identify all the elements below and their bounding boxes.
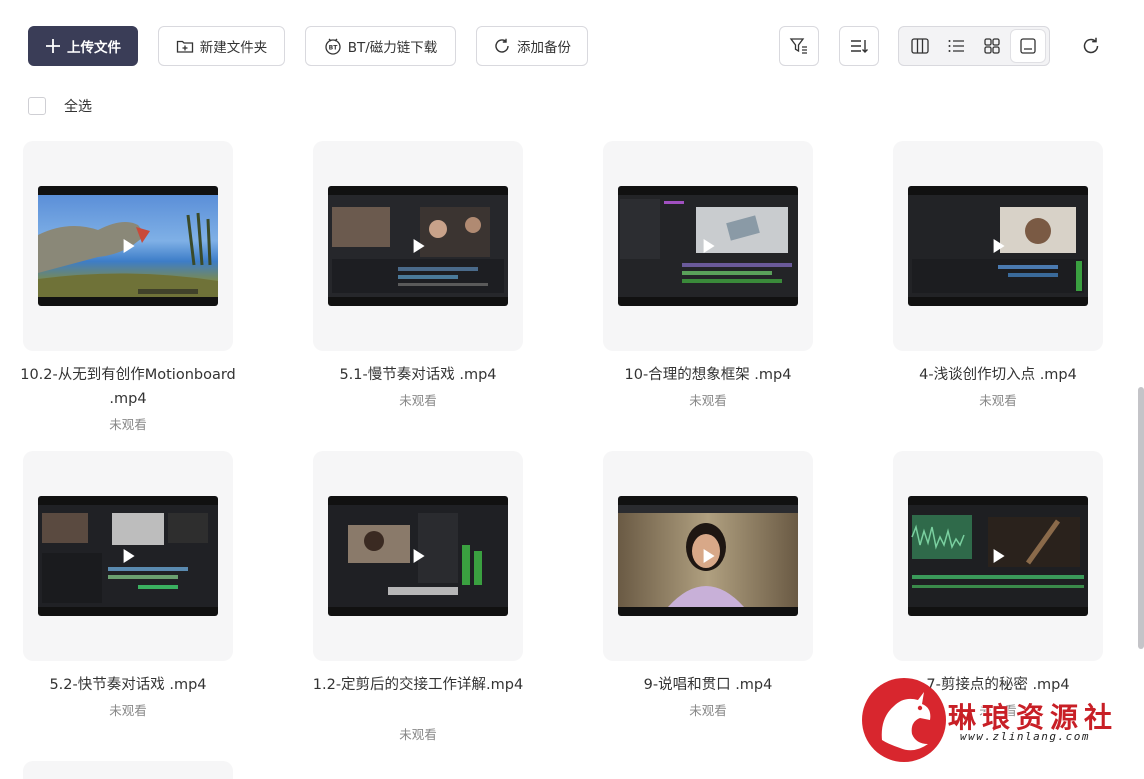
folder-plus-icon (176, 40, 193, 53)
bt-download-button[interactable]: BT BT/磁力链下载 (305, 26, 456, 66)
play-icon (703, 549, 715, 563)
new-folder-label: 新建文件夹 (199, 40, 268, 56)
add-backup-label: 添加备份 (517, 40, 571, 56)
video-preview (328, 186, 508, 306)
sort-icon (851, 40, 868, 53)
file-card[interactable]: 1.2-定剪后的交接工作详解.mp4 未观看 (313, 451, 523, 742)
bt-magnet-icon: BT (325, 38, 341, 55)
backup-sync-icon (495, 38, 509, 53)
video-preview (38, 496, 218, 616)
file-name: 10-合理的想象框架 .mp4 (624, 367, 792, 383)
select-all-row: 全选 (28, 96, 92, 116)
file-thumbnail[interactable] (603, 451, 813, 661)
video-preview (618, 496, 798, 616)
view-mode-group (898, 26, 1050, 66)
plus-icon (46, 39, 60, 53)
play-icon (123, 239, 135, 253)
thumbnail-icon (1020, 38, 1036, 54)
file-thumbnail[interactable] (313, 141, 523, 351)
file-card[interactable]: 7-剪接点的秘密 .mp4 未观看 (893, 451, 1103, 718)
columns-icon (911, 38, 929, 54)
play-icon (993, 549, 1005, 563)
svg-text:BT: BT (328, 45, 338, 52)
watermark-url: www.zlinlang.com (960, 730, 1090, 743)
file-thumbnail[interactable] (23, 141, 233, 351)
file-card[interactable]: 10-合理的想象框架 .mp4 未观看 (603, 141, 813, 408)
file-card[interactable]: 5.2-快节奏对话戏 .mp4 未观看 (23, 451, 233, 718)
select-all-label: 全选 (64, 99, 92, 115)
watermark: 琳琅资源社 www.zlinlang.com (862, 678, 1122, 768)
sort-button[interactable] (839, 26, 879, 66)
add-backup-button[interactable]: 添加备份 (476, 26, 588, 66)
watch-status: 未观看 (109, 703, 147, 718)
play-icon (703, 239, 715, 253)
file-name: 5.2-快节奏对话戏 .mp4 (49, 677, 207, 693)
play-icon (413, 549, 425, 563)
toolbar: 上传文件 新建文件夹 BT BT/磁力链下载 添加备份 (0, 0, 1144, 92)
list-icon (948, 40, 964, 52)
play-icon (123, 549, 135, 563)
file-card[interactable]: 9-说唱和贯口 .mp4 未观看 (603, 451, 813, 718)
watch-status: 未观看 (979, 393, 1017, 408)
upload-button[interactable]: 上传文件 (28, 26, 138, 66)
file-card[interactable]: 4-浅谈创作切入点 .mp4 未观看 (893, 141, 1103, 408)
video-preview (908, 186, 1088, 306)
file-name: 1.2-定剪后的交接工作详解.mp4 (312, 677, 524, 693)
refresh-button[interactable] (1079, 34, 1103, 58)
watch-status: 未观看 (399, 393, 437, 408)
bt-download-label: BT/磁力链下载 (347, 40, 438, 56)
file-name: 9-说唱和贯口 .mp4 (643, 677, 773, 693)
filter-icon (789, 38, 807, 54)
select-all-checkbox[interactable] (28, 97, 46, 115)
watch-status: 未观看 (689, 703, 727, 718)
file-name: 4-浅谈创作切入点 .mp4 (919, 367, 1077, 383)
view-thumbnail-button[interactable] (1011, 30, 1045, 62)
video-preview (618, 186, 798, 306)
file-thumbnail[interactable] (313, 451, 523, 661)
video-preview (908, 496, 1088, 616)
vertical-scrollbar[interactable] (1138, 387, 1144, 649)
play-icon (993, 239, 1005, 253)
file-name: 5.1-慢节奏对话戏 .mp4 (339, 367, 497, 383)
view-grid-button[interactable] (975, 30, 1009, 62)
watch-status: 未观看 (689, 393, 727, 408)
file-thumbnail[interactable] (893, 451, 1103, 661)
file-thumbnail[interactable] (23, 451, 233, 661)
view-columns-button[interactable] (903, 30, 937, 62)
refresh-icon (1083, 37, 1099, 54)
new-folder-button[interactable]: 新建文件夹 (158, 26, 285, 66)
file-name: 10.2-从无到有创作Motionboard .mp4 (20, 367, 236, 407)
grid-icon (984, 38, 1000, 54)
watch-status: 未观看 (109, 417, 147, 432)
file-card[interactable] (23, 761, 233, 779)
video-preview (38, 186, 218, 306)
play-icon (413, 239, 425, 253)
video-preview (328, 496, 508, 616)
file-thumbnail[interactable] (893, 141, 1103, 351)
file-thumbnail[interactable] (603, 141, 813, 351)
filter-button[interactable] (779, 26, 819, 66)
watermark-logo (862, 678, 946, 762)
watch-status: 未观看 (399, 727, 437, 742)
file-card[interactable]: 10.2-从无到有创作Motionboard .mp4 未观看 (20, 141, 236, 432)
file-card[interactable]: 5.1-慢节奏对话戏 .mp4 未观看 (313, 141, 523, 408)
view-list-button[interactable] (939, 30, 973, 62)
upload-label: 上传文件 (67, 40, 121, 56)
